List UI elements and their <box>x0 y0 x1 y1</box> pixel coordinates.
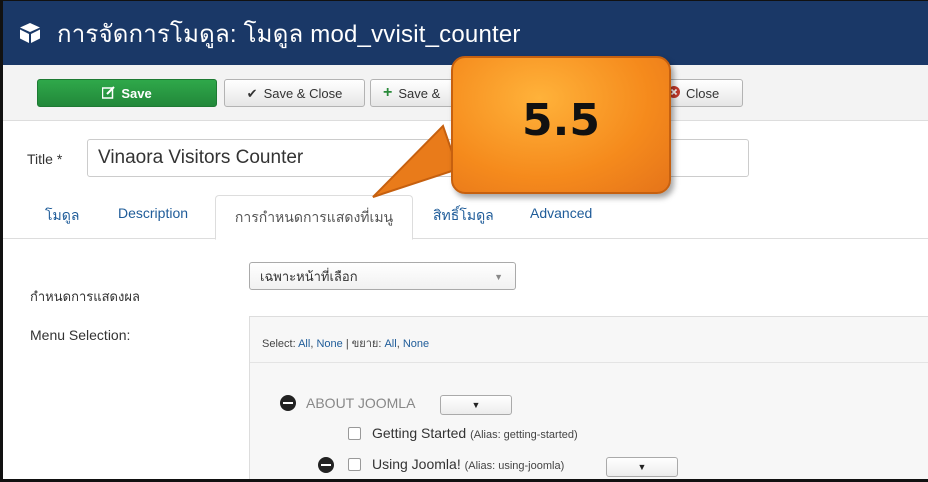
title-input-value: Vinaora Visitors Counter <box>98 147 304 168</box>
menu-selection-label: Menu Selection: <box>30 327 131 343</box>
list-item: Getting Started (Alias: getting-started) <box>372 425 578 441</box>
tab-bar: โมดูล Description การกำหนดการแสดงที่เมนู… <box>3 195 928 240</box>
menu-options-button[interactable]: ▼ <box>440 395 512 415</box>
close-button[interactable]: Close <box>653 79 743 107</box>
separator: | <box>345 338 349 350</box>
save-button-label: Save <box>121 85 152 101</box>
edit-icon <box>102 85 116 101</box>
close-button-label: Close <box>686 85 720 101</box>
select-none-link[interactable]: None <box>316 338 342 350</box>
title-label: Title * <box>27 151 63 167</box>
chevron-down-icon: ▼ <box>637 462 647 472</box>
tab-description[interactable]: Description <box>118 205 188 221</box>
check-icon: ✔ <box>246 85 258 101</box>
expand-prefix: ขยาย: <box>351 338 382 350</box>
save-new-button[interactable]: + Save & <box>370 79 490 107</box>
save-close-label: Save & Close <box>263 85 343 101</box>
header-bar: การจัดการโมดูล: โมดูล mod_vvisit_counter <box>3 1 928 65</box>
assignment-select[interactable]: เฉพาะหน้าที่เลือก ▼ <box>249 262 516 290</box>
plus-icon: + <box>383 84 393 101</box>
page-title: การจัดการโมดูล: โมดูล mod_vvisit_counter <box>57 20 521 48</box>
selection-controls: Select: All, None | ขยาย: All, None <box>250 317 928 363</box>
collapse-icon[interactable] <box>280 395 296 411</box>
list-item: Using Joomla! (Alias: using-joomla) <box>372 456 564 472</box>
cube-icon <box>17 20 43 46</box>
item-checkbox[interactable] <box>348 458 361 471</box>
item-title: Getting Started <box>372 425 467 441</box>
tab-menu-assignment[interactable]: การกำหนดการแสดงที่เมนู <box>215 195 413 240</box>
chevron-down-icon: ▼ <box>471 400 481 410</box>
save-button[interactable]: Save <box>37 79 217 107</box>
item-title: Using Joomla! <box>372 456 461 472</box>
save-new-label: Save & <box>398 85 441 101</box>
save-close-button[interactable]: ✔ Save & Close <box>224 79 365 107</box>
item-alias: (Alias: getting-started) <box>470 429 578 441</box>
select-prefix: Select: <box>262 338 296 350</box>
tab-advanced[interactable]: Advanced <box>530 205 592 221</box>
item-alias: (Alias: using-joomla) <box>464 460 565 472</box>
collapse-icon[interactable] <box>318 457 334 473</box>
menu-title: ABOUT JOOMLA <box>306 395 416 411</box>
title-input[interactable]: Vinaora Visitors Counter <box>87 139 749 177</box>
expand-none-link[interactable]: None <box>403 338 429 350</box>
chevron-down-icon: ▼ <box>494 272 503 282</box>
module-edit-window: การจัดการโมดูล: โมดูล mod_vvisit_counter… <box>0 0 928 482</box>
item-checkbox[interactable] <box>348 427 361 440</box>
expand-all-link[interactable]: All <box>384 338 396 350</box>
item-options-button[interactable]: ▼ <box>606 457 678 477</box>
select-all-link[interactable]: All <box>298 338 310 350</box>
close-circle-icon <box>668 86 680 100</box>
assignment-label: กำหนดการแสดงผล <box>30 289 140 304</box>
tab-permissions[interactable]: สิทธิ์โมดูล <box>433 205 494 227</box>
menu-selection-panel: Select: All, None | ขยาย: All, None ABOU… <box>249 316 928 479</box>
toolbar: Save ✔ Save & Close + Save & Close <box>3 65 928 121</box>
tab-module[interactable]: โมดูล <box>45 205 79 227</box>
assignment-selected-value: เฉพาะหน้าที่เลือก <box>260 268 358 284</box>
